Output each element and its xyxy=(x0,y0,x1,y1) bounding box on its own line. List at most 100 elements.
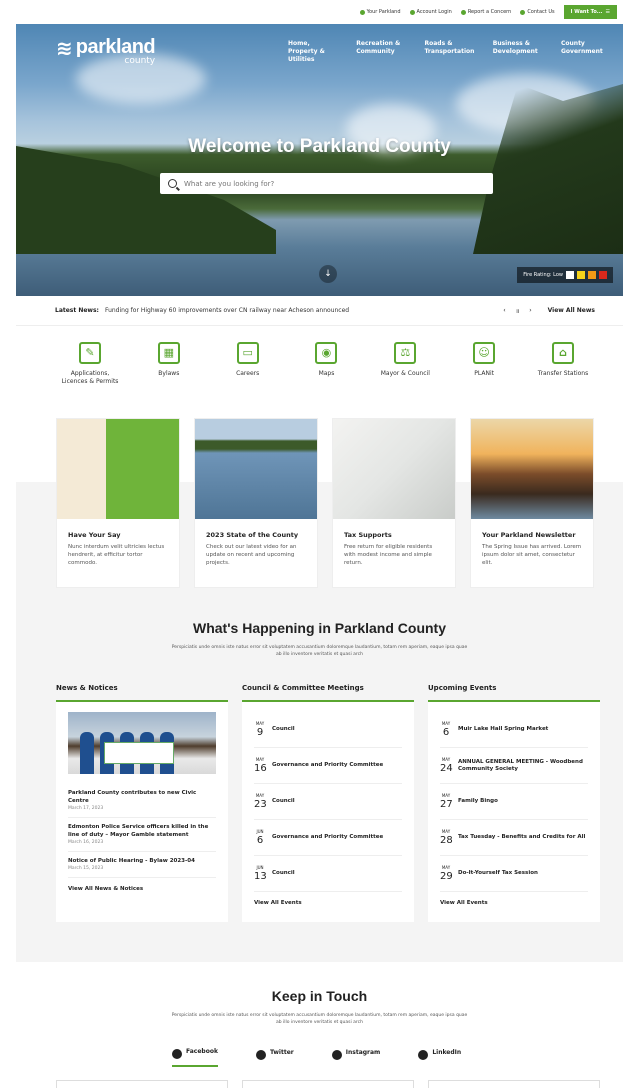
instagram-icon xyxy=(331,1050,342,1060)
facebook-icon xyxy=(172,1049,182,1059)
news-item[interactable]: Edmonton Police Service officers killed … xyxy=(68,818,216,852)
page: Your Parkland Account Login Report a Con… xyxy=(16,0,623,1088)
meeting-item[interactable]: MAY 16 Governance and Priority Committee xyxy=(254,748,402,784)
logo-mark-icon: ≋ xyxy=(56,36,73,60)
fire-level-moderate xyxy=(577,271,585,279)
nav-recreation[interactable]: Recreation & Community xyxy=(356,40,408,64)
card-tax-supports[interactable]: Tax Supports Free return for eligible re… xyxy=(332,418,456,588)
quick-link-planit[interactable]: ☺ PLANit xyxy=(454,342,514,430)
parkland-logo[interactable]: ≋ parkland county xyxy=(56,36,156,66)
util-contact-us[interactable]: Contact Us xyxy=(520,9,555,15)
section-intro: Perspiciatis unde omnis iste natus error… xyxy=(171,645,468,657)
view-all-meetings-link[interactable]: View All Events xyxy=(254,892,402,906)
news-ticker: Latest News: Funding for Highway 60 impr… xyxy=(16,296,623,326)
quick-link-maps[interactable]: ◉ Maps xyxy=(296,342,356,430)
upcoming-events: Upcoming Events MAY 6 Muir Lake Hall Sprin… xyxy=(428,684,600,922)
logo-sub: county xyxy=(124,56,156,66)
column-title: Upcoming Events xyxy=(428,684,600,702)
hero-banner: ≋ parkland county Home, Property & Utili… xyxy=(16,24,623,296)
briefcase-icon: ▭ xyxy=(236,342,259,364)
section-title: Keep in Touch xyxy=(271,988,368,1004)
meeting-item[interactable]: MAY 9 Council xyxy=(254,712,402,748)
view-all-news-notices-link[interactable]: View All News & Notices xyxy=(68,878,216,892)
ticker-label: Latest News: xyxy=(55,307,99,314)
card-image xyxy=(471,419,593,519)
worker-icon: ☺ xyxy=(473,342,496,364)
news-notices: News & Notices Parkland County contribut… xyxy=(56,684,228,922)
column-title: Council & Committee Meetings xyxy=(242,684,414,702)
tab-twitter[interactable]: Twitter xyxy=(255,1048,294,1067)
nav-roads[interactable]: Roads & Transportation xyxy=(425,40,477,64)
card-have-your-say[interactable]: Have Your Say Nunc interdum velit ultric… xyxy=(56,418,180,588)
social-tabs: Facebook Twitter Instagram LinkedIn xyxy=(172,1048,461,1067)
menu-icon: ☰ xyxy=(605,9,610,15)
social-feed-boxes xyxy=(56,1080,600,1088)
feed-box xyxy=(242,1080,414,1088)
fire-level-high xyxy=(588,271,596,279)
prev-icon[interactable]: ‹ xyxy=(503,307,505,314)
card-image xyxy=(195,419,317,519)
ticker-message[interactable]: Funding for Highway 60 improvements over… xyxy=(105,307,503,314)
event-item[interactable]: MAY 6 Muir Lake Hall Spring Market xyxy=(440,712,588,748)
section-intro: Perspiciatis unde omnis iste natus error… xyxy=(171,1013,468,1025)
section-title: What's Happening in Parkland County xyxy=(192,620,446,636)
user-icon xyxy=(409,9,415,15)
search-icon xyxy=(168,179,177,188)
scroll-down-icon[interactable]: ↓ xyxy=(319,265,337,283)
card-image xyxy=(57,419,179,519)
nav-business[interactable]: Business & Development xyxy=(493,40,545,64)
search-input[interactable] xyxy=(184,179,464,188)
pin-icon xyxy=(520,9,526,15)
main-nav: Home, Property & Utilities Recreation & … xyxy=(288,40,613,64)
twitter-icon xyxy=(255,1050,266,1060)
search-bar[interactable] xyxy=(160,173,493,194)
linkedin-icon xyxy=(418,1050,429,1060)
event-item[interactable]: MAY 29 Do-It-Yourself Tax Session xyxy=(440,856,588,892)
hero-title: Welcome to Parkland County xyxy=(188,136,451,157)
fire-level-extreme xyxy=(599,271,607,279)
quick-link-mayor-council[interactable]: ⚖ Mayor & Council xyxy=(375,342,435,430)
quick-link-applications[interactable]: ✎ Applications, Licences & Permits xyxy=(60,342,120,430)
pause-icon[interactable]: ॥ xyxy=(516,307,520,315)
meeting-item[interactable]: MAY 23 Council xyxy=(254,784,402,820)
event-item[interactable]: MAY 28 Tax Tuesday - Benefits and Credits … xyxy=(440,820,588,856)
i-want-to-button[interactable]: I Want To... ☰ xyxy=(563,5,617,19)
gavel-icon: ⚖ xyxy=(394,342,417,364)
feed-box xyxy=(428,1080,600,1088)
feed-box xyxy=(56,1080,228,1088)
util-report-concern[interactable]: Report a Concern xyxy=(460,9,511,15)
tab-instagram[interactable]: Instagram xyxy=(331,1048,380,1067)
column-title: News & Notices xyxy=(56,684,228,702)
tab-facebook[interactable]: Facebook xyxy=(172,1048,218,1067)
view-all-news-link[interactable]: View All News xyxy=(548,307,595,314)
news-item[interactable]: Parkland County contributes to new Civic… xyxy=(68,784,216,818)
quick-link-transfer-stations[interactable]: ⌂ Transfer Stations xyxy=(533,342,593,430)
meeting-item[interactable]: JUN 13 Council xyxy=(254,856,402,892)
util-account-login[interactable]: Account Login xyxy=(409,9,452,15)
card-state-of-county[interactable]: 2023 State of the County Check out our l… xyxy=(194,418,318,588)
pencil-doc-icon: ✎ xyxy=(79,342,101,364)
council-meetings: Council & Committee Meetings MAY 9 Council… xyxy=(242,684,414,922)
quick-link-bylaws[interactable]: ▦ Bylaws xyxy=(139,342,199,430)
util-your-parkland[interactable]: Your Parkland xyxy=(359,9,401,15)
fire-level-low xyxy=(566,271,574,279)
building-icon: ⌂ xyxy=(551,342,574,364)
news-item[interactable]: Notice of Public Hearing - Bylaw 2023-04… xyxy=(68,852,216,878)
next-icon[interactable]: › xyxy=(529,307,531,314)
event-item[interactable]: MAY 24 ANNUAL GENERAL MEETING - Woodbend C… xyxy=(440,748,588,784)
news-photo xyxy=(68,712,216,774)
fire-rating[interactable]: Fire Rating: Low xyxy=(517,267,613,283)
alert-icon xyxy=(460,9,466,15)
nav-government[interactable]: County Government xyxy=(561,40,613,64)
map-icon: ◉ xyxy=(315,342,338,364)
tab-linkedin[interactable]: LinkedIn xyxy=(418,1048,461,1067)
meeting-item[interactable]: JUN 6 Governance and Priority Committee xyxy=(254,820,402,856)
nav-home-property[interactable]: Home, Property & Utilities xyxy=(288,40,340,64)
quick-link-careers[interactable]: ▭ Careers xyxy=(218,342,278,430)
home-icon xyxy=(359,9,365,15)
card-newsletter[interactable]: Your Parkland Newsletter The Spring Issu… xyxy=(470,418,594,588)
keep-in-touch: Keep in Touch Perspiciatis unde omnis is… xyxy=(16,988,623,1026)
view-all-events-link[interactable]: View All Events xyxy=(440,892,588,906)
listing-columns: News & Notices Parkland County contribut… xyxy=(56,684,600,922)
event-item[interactable]: MAY 27 Family Bingo xyxy=(440,784,588,820)
